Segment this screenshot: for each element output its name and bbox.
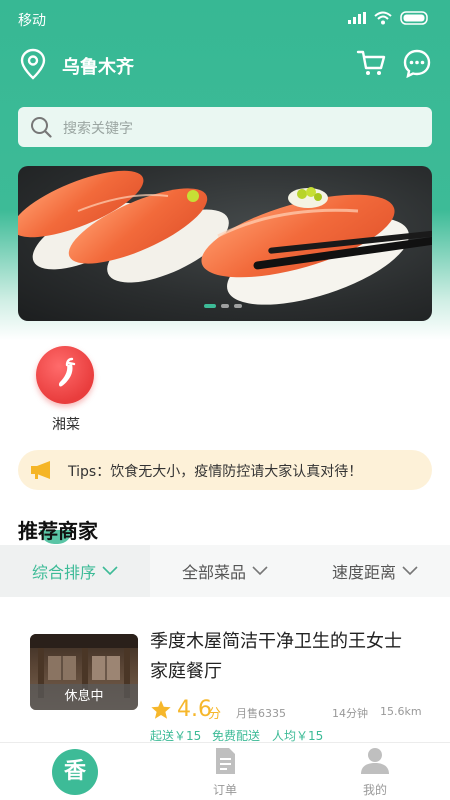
tab-home[interactable]: 香 [52, 749, 98, 795]
battery-icon [400, 11, 428, 25]
shop-rating: 4.6 [177, 697, 212, 722]
star-icon [151, 700, 171, 719]
tips-text: Tips：饮食无大小，疫情防控请大家认真对待！ [68, 464, 363, 480]
sort-speed-distance[interactable]: 速度距离 [332, 545, 418, 597]
chevron-down-icon [402, 566, 418, 576]
user-icon [361, 748, 389, 774]
rating-unit: 分 [208, 707, 222, 722]
chevron-down-icon [252, 566, 268, 576]
search-input[interactable]: 搜索关键字 [18, 107, 432, 147]
chili-pepper-icon [36, 346, 94, 404]
tab-orders[interactable]: 订单 [195, 747, 255, 798]
category-item-hunan[interactable]: 湘菜 [36, 346, 96, 434]
sushi-illustration [18, 170, 432, 305]
chevron-down-icon [102, 566, 118, 576]
cart-icon[interactable] [356, 48, 386, 78]
section-title: 推荐商家 [18, 519, 98, 543]
banner-pagination [204, 304, 242, 308]
search-icon [31, 117, 52, 138]
shop-thumbnail: 休息中 [30, 634, 138, 710]
sort-label: 速度距离 [332, 563, 397, 582]
sort-all-dishes[interactable]: 全部菜品 [182, 545, 268, 597]
delivery-fee: 免费配送 [212, 729, 261, 743]
tab-label: 我的 [362, 783, 387, 797]
message-icon[interactable] [402, 48, 432, 78]
delivery-info: 起送￥15 免费配送 人均￥15 [150, 727, 430, 743]
monthly-sales: 月售6335 [236, 707, 286, 720]
location-bar: 乌鲁木齐 [0, 44, 450, 84]
tips-banner: Tips：饮食无大小，疫情防控请大家认真对待！ [18, 450, 432, 490]
delivery-time: 14分钟 [332, 707, 368, 720]
min-order: 起送￥15 [150, 729, 202, 743]
sort-bar: 综合排序 全部菜品 速度距离 [0, 545, 450, 597]
search-placeholder: 搜索关键字 [63, 121, 133, 137]
signal-icon [348, 12, 366, 24]
sort-label: 综合排序 [32, 563, 97, 582]
shop-status: 休息中 [30, 684, 138, 710]
shop-card[interactable]: 休息中 季度木屋简洁干净卫生的王女士家庭餐厅 4.6 分 月售6335 14分钟… [0, 597, 450, 743]
per-person-price: 人均￥15 [272, 729, 324, 743]
status-icons [348, 10, 430, 26]
sort-label: 全部菜品 [182, 563, 247, 582]
shop-rating-row: 4.6 分 月售6335 14分钟 15.6km [150, 697, 440, 723]
tab-bar: 香 订单 我的 [0, 742, 450, 800]
city-label[interactable]: 乌鲁木齐 [62, 53, 134, 79]
category-label: 湘菜 [52, 417, 80, 433]
order-icon [216, 748, 235, 774]
status-bar: 移动 [0, 0, 450, 36]
promo-banner[interactable] [18, 166, 432, 321]
sort-comprehensive[interactable]: 综合排序 [32, 545, 118, 597]
wifi-icon [374, 11, 392, 25]
banner-dot[interactable] [204, 304, 216, 308]
tab-label: 订单 [212, 783, 237, 797]
location-pin-icon[interactable] [20, 48, 46, 80]
megaphone-icon [31, 461, 50, 479]
banner-dot[interactable] [234, 304, 242, 308]
tab-mine[interactable]: 我的 [345, 747, 405, 798]
shop-distance: 15.6km [380, 705, 422, 718]
carrier-label: 移动 [18, 13, 46, 29]
banner-dot[interactable] [221, 304, 229, 308]
shop-name: 季度木屋简洁干净卫生的王女士家庭餐厅 [150, 631, 402, 682]
